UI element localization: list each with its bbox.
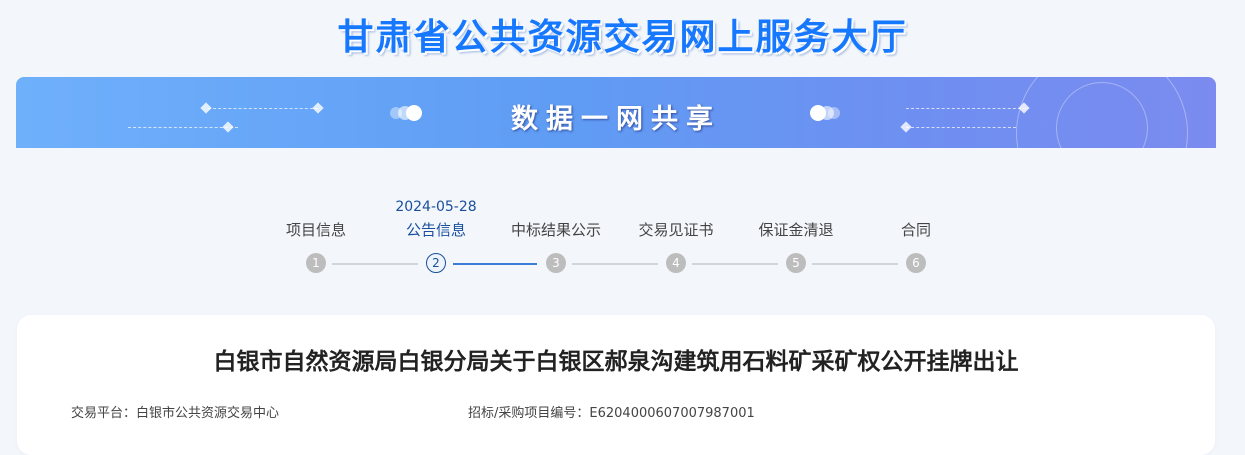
step-number[interactable]: 3: [546, 253, 566, 273]
step-label-contract[interactable]: 合同: [856, 219, 976, 240]
step-date: 2024-05-28: [395, 199, 477, 215]
notice-card: 白银市自然资源局白银分局关于白银区郝泉沟建筑用石料矿采矿权公开挂牌出让 交易平台…: [17, 315, 1215, 455]
step-label-announcement[interactable]: 公告信息: [376, 219, 496, 240]
step-connector: [332, 263, 418, 265]
step-connector: [812, 263, 898, 265]
step-label-project-info[interactable]: 项目信息: [256, 219, 376, 240]
step-number[interactable]: 1: [306, 253, 326, 273]
step-number[interactable]: 5: [786, 253, 806, 273]
site-title: 甘肃省公共资源交易网上服务大厅: [337, 17, 908, 58]
project-number-value: E6204000607007987001: [589, 406, 755, 421]
step-number[interactable]: 4: [666, 253, 686, 273]
step-label-deposit-refund[interactable]: 保证金清退: [736, 219, 856, 240]
step-number-active[interactable]: 2: [426, 253, 446, 273]
step-label-witness-certificate[interactable]: 交易见证书: [616, 219, 736, 240]
project-number-label: 招标/采购项目编号：: [468, 406, 590, 421]
step-connector: [572, 263, 658, 265]
progress-steps: 项目信息 1 2024-05-28 公告信息 2 中标结果公示 3 交易见证书 …: [0, 190, 1245, 290]
banner: 数据一网共享: [16, 77, 1216, 148]
step-connector-active: [453, 263, 537, 265]
banner-title: 数据一网共享: [511, 104, 721, 135]
trading-platform: 交易平台：白银市公共资源交易中心: [71, 402, 279, 421]
project-number: 招标/采购项目编号：E6204000607007987001: [468, 402, 755, 421]
step-label-award-result[interactable]: 中标结果公示: [496, 219, 616, 240]
trading-platform-value: 白银市公共资源交易中心: [136, 406, 280, 421]
trading-platform-label: 交易平台：: [71, 406, 137, 421]
notice-title: 白银市自然资源局白银分局关于白银区郝泉沟建筑用石料矿采矿权公开挂牌出让: [213, 349, 1019, 375]
step-number[interactable]: 6: [906, 253, 926, 273]
step-connector: [692, 263, 778, 265]
